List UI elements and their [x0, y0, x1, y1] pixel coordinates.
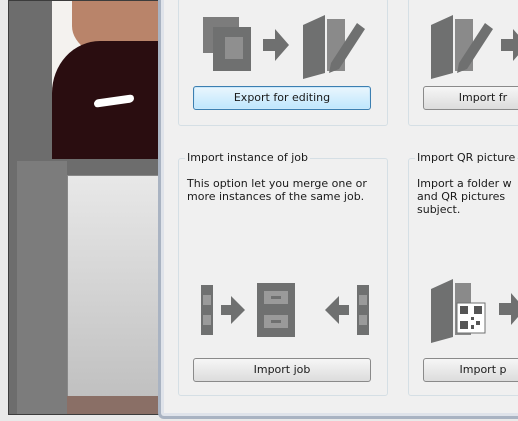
arrow-right-icon: [221, 296, 245, 324]
import-folder-button[interactable]: Import fr: [423, 86, 518, 110]
import-qr-group: Import QR picture Import a folder w and …: [408, 151, 518, 396]
import-qr-description: Import a folder w and QR pictures subjec…: [417, 177, 512, 216]
export-for-editing-button[interactable]: Export for editing: [193, 86, 371, 110]
cabinet-icon: [357, 285, 369, 335]
photo-stack-icon: [203, 17, 251, 71]
import-job-title: Import instance of job: [185, 151, 310, 164]
import-export-dialog: Export for editing Import fr Import inst…: [158, 0, 518, 419]
export-icons: [203, 15, 365, 79]
import-pictures-button[interactable]: Import p: [423, 358, 518, 382]
import-job-group: Import instance of job This option let y…: [178, 151, 388, 396]
photo-preview: [52, 1, 168, 159]
qr-folder-icon: [431, 279, 486, 343]
import-folder-icons: [431, 15, 518, 79]
import-qr-icons: [431, 279, 518, 343]
arrow-left-icon: [325, 296, 349, 324]
arrow-right-icon: [501, 29, 518, 61]
import-qr-title: Import QR picture: [415, 151, 518, 164]
export-group: Export for editing: [178, 0, 388, 126]
import-folder-group: Import fr: [408, 0, 518, 126]
arrow-right-icon: [263, 29, 289, 61]
import-job-icons: [201, 283, 369, 337]
side-panel: [17, 161, 67, 414]
import-job-description: This option let you merge one or more in…: [187, 177, 367, 203]
folder-edit-icon: [303, 15, 365, 79]
cabinet-icon: [257, 283, 295, 337]
arrow-right-icon: [499, 293, 518, 325]
import-job-button[interactable]: Import job: [193, 358, 371, 382]
cabinet-icon: [201, 285, 213, 335]
folder-edit-icon: [431, 15, 493, 79]
